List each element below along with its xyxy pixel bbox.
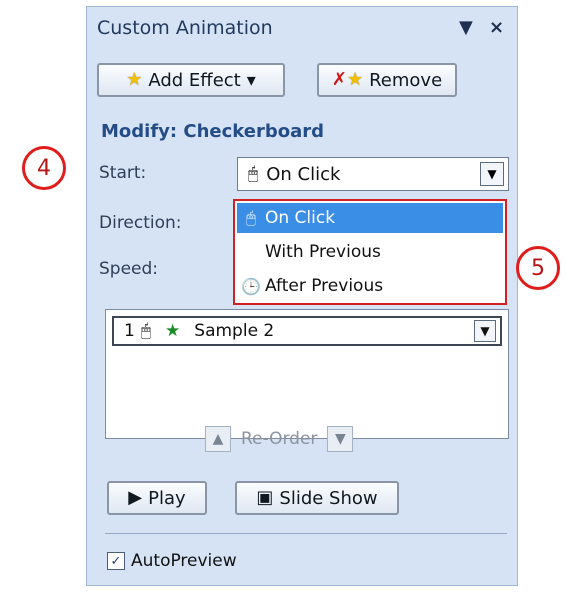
effect-item-dropdown-arrow[interactable]: ▼ [474, 320, 496, 342]
effects-list: 1 🖱 ★ Sample 2 ▼ [105, 309, 509, 439]
start-label: Start: [99, 163, 147, 183]
callout-4: 4 [22, 146, 66, 190]
effect-list-item[interactable]: 1 🖱 ★ Sample 2 ▼ [112, 316, 502, 346]
chevron-down-icon: ▼ [480, 324, 490, 338]
start-options-menu: 🖱 On Click With Previous 🕒 After Previou… [233, 199, 507, 305]
mouse-click-icon: 🖱 [246, 208, 256, 227]
effect-name: Sample 2 [194, 321, 275, 341]
arrow-down-icon[interactable]: ▼ [327, 426, 354, 452]
checkbox-check-icon: ✓ [107, 552, 125, 570]
remove-effect-icon: ✗★ [331, 69, 364, 90]
start-option-after-previous[interactable]: 🕒 After Previous [237, 271, 503, 301]
direction-label: Direction: [99, 213, 182, 233]
close-icon[interactable]: × [489, 17, 504, 38]
chevron-down-icon: ▼ [487, 167, 497, 181]
play-button[interactable]: ▶ Play [107, 481, 207, 515]
start-option-on-click[interactable]: 🖱 On Click [237, 203, 503, 233]
start-select[interactable]: 🖱 On Click ▼ [237, 157, 509, 191]
divider [105, 533, 507, 534]
start-select-dropdown-arrow[interactable]: ▼ [480, 162, 504, 186]
custom-animation-panel: Custom Animation ▼ × ★ Add Effect ▾ ✗★ R… [86, 6, 518, 586]
play-icon: ▶ [128, 487, 143, 508]
arrow-up-icon[interactable]: ▲ [205, 426, 231, 452]
entrance-star-icon: ★ [165, 321, 181, 341]
start-option-with-previous[interactable]: With Previous [237, 237, 503, 267]
panel-menu-dropdown-icon[interactable]: ▼ [459, 17, 473, 38]
add-effect-button[interactable]: ★ Add Effect ▾ [97, 63, 285, 97]
autopreview-checkbox[interactable]: ✓ AutoPreview [107, 551, 237, 571]
reorder-label: Re-Order [241, 429, 318, 449]
effect-order-number: 1 [124, 321, 135, 341]
panel-titlebar: Custom Animation ▼ × [87, 7, 517, 49]
slide-show-button[interactable]: ▣ Slide Show [235, 481, 399, 515]
speed-label: Speed: [99, 259, 159, 279]
panel-title: Custom Animation [97, 17, 273, 39]
reorder-controls: ▲ Re-Order ▼ [205, 425, 354, 453]
remove-button[interactable]: ✗★ Remove [317, 63, 457, 97]
modify-heading: Modify: Checkerboard [101, 121, 324, 142]
clock-icon: 🕒 [241, 276, 261, 296]
mouse-click-icon: 🖱 [248, 164, 259, 184]
chevron-down-icon: ▾ [246, 69, 256, 91]
mouse-click-icon: 🖱 [140, 321, 152, 341]
callout-5: 5 [516, 246, 560, 290]
add-effect-star-icon: ★ [126, 69, 143, 90]
slide-show-icon: ▣ [256, 487, 274, 508]
